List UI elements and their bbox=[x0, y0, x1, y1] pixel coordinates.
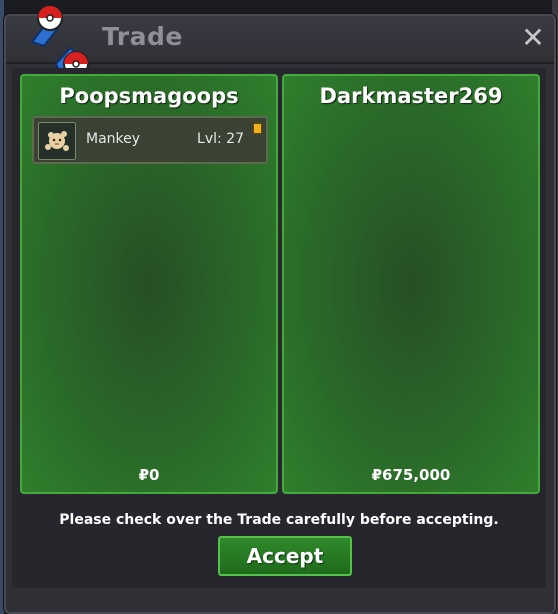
held-item-badge bbox=[253, 123, 262, 134]
accept-button[interactable]: Accept bbox=[218, 536, 352, 576]
trade-window: Trade ✕ Poopsmagoops Mankey Lvl: 27 ₽0 D… bbox=[4, 5, 556, 614]
window-title: Trade bbox=[102, 22, 183, 51]
trade-content: Poopsmagoops Mankey Lvl: 27 ₽0 Darkmaste… bbox=[12, 68, 546, 588]
item-name: Mankey bbox=[86, 131, 141, 147]
right-money: ₽675,000 bbox=[371, 466, 451, 484]
right-owner-name: Darkmaster269 bbox=[319, 84, 503, 108]
trade-panel-right: Darkmaster269 ₽675,000 bbox=[282, 74, 540, 494]
trade-notice: Please check over the Trade carefully be… bbox=[59, 512, 499, 528]
trade-item-mankey[interactable]: Mankey Lvl: 27 bbox=[32, 116, 268, 164]
left-money: ₽0 bbox=[138, 466, 160, 484]
close-icon[interactable]: ✕ bbox=[518, 21, 548, 55]
pokemon-icon bbox=[38, 122, 76, 160]
item-level: Lvl: 27 bbox=[197, 131, 244, 147]
trade-panel-left: Poopsmagoops Mankey Lvl: 27 ₽0 bbox=[20, 74, 278, 494]
left-owner-name: Poopsmagoops bbox=[59, 84, 239, 108]
